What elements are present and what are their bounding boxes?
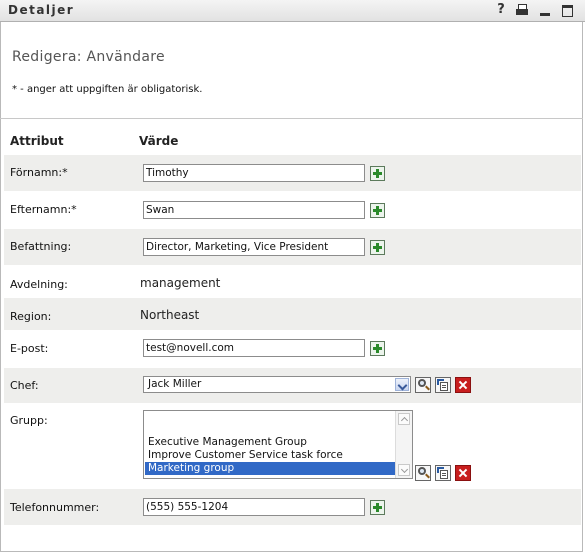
efternamn-label: Efternamn:*	[10, 203, 77, 216]
grupp-option[interactable]: Improve Customer Service task force	[145, 449, 395, 462]
telefon-label: Telefonnummer:	[10, 501, 100, 514]
fornamn-add-icon[interactable]	[370, 166, 385, 181]
row-efternamn: Efternamn:* Swan	[4, 192, 581, 228]
row-befattning: Befattning: Director, Marketing, Vice Pr…	[4, 229, 581, 265]
maximize-icon[interactable]	[560, 2, 576, 18]
scroll-down-icon[interactable]	[398, 464, 410, 476]
telefon-add-icon[interactable]	[370, 500, 385, 515]
chef-selected-value: Jack Miller	[148, 378, 202, 390]
region-value: Northeast	[140, 308, 200, 322]
page-title: Redigera: Användare	[12, 49, 165, 65]
print-icon[interactable]	[514, 2, 530, 18]
efternamn-add-icon[interactable]	[370, 203, 385, 218]
chef-label: Chef:	[10, 379, 39, 392]
telefon-input[interactable]: (555) 555-1204	[143, 498, 365, 516]
minimize-icon[interactable]	[537, 2, 553, 18]
row-avdelning: Avdelning: management	[4, 266, 581, 298]
region-label: Region:	[10, 310, 52, 323]
grupp-scrollbar[interactable]	[395, 411, 412, 478]
epost-add-icon[interactable]	[370, 341, 385, 356]
grupp-option-selected[interactable]: Marketing group	[145, 462, 395, 475]
window-title: Detaljer	[8, 3, 75, 17]
required-note: * - anger att uppgiften är obligatorisk.	[12, 84, 203, 95]
grupp-history-icon[interactable]	[435, 465, 451, 481]
grupp-clear-icon[interactable]	[455, 465, 471, 481]
fornamn-input[interactable]: Timothy	[143, 164, 365, 182]
grupp-search-icon[interactable]	[415, 465, 431, 481]
divider	[0, 118, 583, 119]
scroll-up-icon[interactable]	[398, 413, 410, 425]
row-fornamn: Förnamn:* Timothy	[4, 155, 581, 191]
befattning-label: Befattning:	[10, 240, 72, 253]
row-chef: Chef: Jack Miller	[4, 368, 581, 403]
row-grupp: Grupp: Executive Management Group Improv…	[4, 403, 581, 488]
row-epost: E-post: test@novell.com	[4, 331, 581, 367]
help-icon[interactable]: ?	[493, 2, 509, 18]
grupp-label: Grupp:	[10, 414, 48, 427]
befattning-input[interactable]: Director, Marketing, Vice President	[143, 238, 365, 256]
efternamn-input[interactable]: Swan	[143, 201, 365, 219]
chef-search-icon[interactable]	[415, 377, 431, 393]
grupp-listbox[interactable]: Executive Management Group Improve Custo…	[143, 410, 413, 479]
row-region: Region: Northeast	[4, 298, 581, 330]
epost-input[interactable]: test@novell.com	[143, 339, 365, 357]
column-header-value: Värde	[139, 134, 179, 148]
befattning-add-icon[interactable]	[370, 240, 385, 255]
chef-select[interactable]: Jack Miller	[143, 376, 411, 393]
chevron-down-icon[interactable]	[395, 378, 409, 391]
fornamn-label: Förnamn:*	[10, 166, 68, 179]
grupp-option[interactable]: Executive Management Group	[145, 436, 395, 449]
row-telefon: Telefonnummer: (555) 555-1204	[4, 489, 581, 525]
avdelning-value: management	[140, 276, 221, 290]
chef-clear-icon[interactable]	[455, 377, 471, 393]
epost-label: E-post:	[10, 342, 49, 355]
column-header-attribute: Attribut	[10, 134, 64, 148]
chef-history-icon[interactable]	[435, 377, 451, 393]
title-bar: Detaljer ?	[0, 0, 585, 22]
avdelning-label: Avdelning:	[10, 278, 68, 291]
